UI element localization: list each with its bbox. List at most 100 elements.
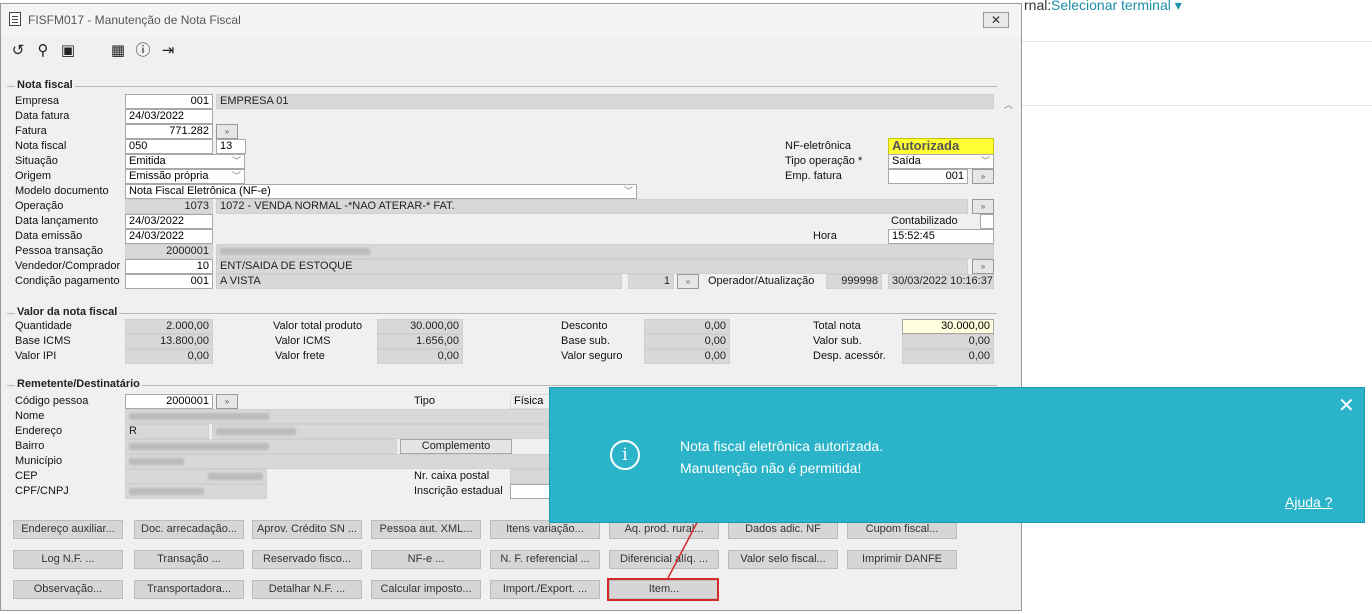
nota-numero-field[interactable]: 13 bbox=[216, 139, 246, 154]
log-nf-button[interactable]: Log N.F. ... bbox=[13, 550, 123, 569]
scroll-up-icon[interactable]: ︿ bbox=[1004, 98, 1013, 111]
nome-label: Nome bbox=[15, 410, 45, 422]
undo-icon[interactable]: ↺ bbox=[9, 42, 27, 60]
detalhar-nf-button[interactable]: Detalhar N.F. ... bbox=[252, 580, 362, 599]
calendar-icon[interactable]: ▦ bbox=[109, 42, 127, 60]
observacao-button[interactable]: Observação... bbox=[13, 580, 123, 599]
hora-field[interactable]: 15:52:45 bbox=[888, 229, 994, 244]
data-emissao-field[interactable]: 24/03/2022 bbox=[125, 229, 213, 244]
divider bbox=[1022, 105, 1372, 106]
modelo-select[interactable]: Nota Fiscal Eletrônica (NF-e) ﹀ bbox=[125, 184, 637, 199]
fatura-lookup-button[interactable]: » bbox=[216, 124, 238, 139]
aprov-credito-button[interactable]: Aprov. Crédito SN ... bbox=[252, 520, 362, 539]
emp-fatura-lookup-button[interactable]: » bbox=[972, 169, 994, 184]
emp-fatura-field[interactable]: 001 bbox=[888, 169, 968, 184]
codigo-pessoa-label: Código pessoa bbox=[15, 395, 89, 407]
base-icms-field: 13.800,00 bbox=[125, 334, 213, 349]
vendedor-lookup-button[interactable]: » bbox=[972, 259, 994, 274]
fatura-field[interactable]: 771.282 bbox=[125, 124, 213, 139]
vendedor-label: Vendedor/Comprador bbox=[15, 260, 121, 272]
complemento-field: Complemento bbox=[400, 439, 512, 454]
tipo-label: Tipo bbox=[414, 395, 435, 407]
valor-frete-field: 0,00 bbox=[377, 349, 463, 364]
cpf-cnpj-label: CPF/CNPJ bbox=[15, 485, 69, 497]
transportadora-button[interactable]: Transportadora... bbox=[134, 580, 244, 599]
desp-acessor-field: 0,00 bbox=[902, 349, 994, 364]
search-icon[interactable]: ⚲ bbox=[34, 42, 52, 60]
valor-seguro-field: 0,00 bbox=[644, 349, 730, 364]
total-nota-label: Total nota bbox=[813, 320, 861, 332]
reservado-fisco-button[interactable]: Reservado fisco... bbox=[252, 550, 362, 569]
document-icon bbox=[9, 12, 21, 26]
diferencial-aliq-button[interactable]: Diferencial alíq. ... bbox=[609, 550, 719, 569]
exit-icon[interactable]: ⇥ bbox=[159, 42, 177, 60]
title-bar: FISFM017 - Manutenção de Nota Fiscal ✕ bbox=[1, 4, 1021, 36]
nfe-status-badge: Autorizada bbox=[888, 138, 994, 155]
nota-fiscal-label: Nota fiscal bbox=[15, 140, 67, 152]
section-title: Valor da nota fiscal bbox=[15, 306, 120, 318]
doc-arrecadacao-button[interactable]: Doc. arrecadação... bbox=[134, 520, 244, 539]
endereco-label: Endereço bbox=[15, 425, 63, 437]
operacao-code-field: 1073 bbox=[125, 199, 213, 214]
codigo-pessoa-field[interactable]: 2000001 bbox=[125, 394, 213, 409]
window-close-button[interactable]: ✕ bbox=[983, 12, 1009, 28]
window-title: FISFM017 - Manutenção de Nota Fiscal bbox=[28, 13, 241, 27]
bairro-label: Bairro bbox=[15, 440, 45, 452]
data-fatura-field[interactable]: 24/03/2022 bbox=[125, 109, 213, 124]
save-icon[interactable]: ▣ bbox=[59, 42, 77, 60]
endereco-auxiliar-button[interactable]: Endereço auxiliar... bbox=[13, 520, 123, 539]
tipo-field: Física bbox=[510, 394, 552, 409]
nfe-button[interactable]: NF-e ... bbox=[371, 550, 481, 569]
operacao-label: Operação bbox=[15, 200, 64, 212]
toast-help-link[interactable]: Ajuda ? bbox=[1285, 494, 1332, 510]
situacao-label: Situação bbox=[15, 155, 58, 167]
vendedor-code-field[interactable]: 10 bbox=[125, 259, 213, 274]
origem-select[interactable]: Emissão própria ﹀ bbox=[125, 169, 245, 184]
origem-label: Origem bbox=[15, 170, 52, 182]
vertical-scrollbar[interactable]: ︿ bbox=[1001, 68, 1017, 608]
item-button-highlight bbox=[607, 578, 719, 601]
situacao-select[interactable]: Emitida ﹀ bbox=[125, 154, 245, 169]
operacao-lookup-button[interactable]: » bbox=[972, 199, 994, 214]
empresa-label: Empresa bbox=[15, 95, 60, 107]
codigo-pessoa-lookup-button[interactable]: » bbox=[216, 394, 238, 409]
empresa-code-field[interactable]: 001 bbox=[125, 94, 213, 109]
nf-referencial-button[interactable]: N. F. referencial ... bbox=[490, 550, 600, 569]
condicao-num-field: 1 bbox=[628, 274, 674, 289]
pessoa-code-field: 2000001 bbox=[125, 244, 213, 259]
hora-label: Hora bbox=[813, 230, 837, 242]
notification-toast: i Nota fiscal eletrônica autorizada. Man… bbox=[549, 387, 1365, 523]
empresa-name-field: EMPRESA 01 bbox=[216, 94, 994, 109]
transacao-button[interactable]: Transação ... bbox=[134, 550, 244, 569]
valor-ipi-field: 0,00 bbox=[125, 349, 213, 364]
condicao-lookup-button[interactable]: » bbox=[677, 274, 699, 289]
endereco-tipo-field: R bbox=[125, 424, 209, 439]
section-title: Remetente/Destinatário bbox=[15, 378, 142, 390]
import-export-button[interactable]: Import./Export. ... bbox=[490, 580, 600, 599]
bairro-field bbox=[125, 439, 397, 454]
nome-field bbox=[125, 409, 552, 424]
pessoa-aut-xml-button[interactable]: Pessoa aut. XML... bbox=[371, 520, 481, 539]
contabilizado-checkbox[interactable] bbox=[980, 214, 994, 229]
endereco-field bbox=[212, 424, 552, 439]
base-icms-label: Base ICMS bbox=[15, 335, 71, 347]
valor-selo-fiscal-button[interactable]: Valor selo fiscal... bbox=[728, 550, 838, 569]
inscricao-estadual-field[interactable] bbox=[510, 484, 552, 499]
operador-field: 999998 bbox=[826, 274, 882, 289]
cep-label: CEP bbox=[15, 470, 38, 482]
nfe-label: NF-eletrônica bbox=[785, 140, 852, 152]
help-icon[interactable]: ⓘ bbox=[134, 42, 152, 60]
calcular-imposto-button[interactable]: Calcular imposto... bbox=[371, 580, 481, 599]
tipo-operacao-select[interactable]: Saída ﹀ bbox=[888, 154, 994, 169]
data-lancamento-field[interactable]: 24/03/2022 bbox=[125, 214, 213, 229]
base-sub-field: 0,00 bbox=[644, 334, 730, 349]
toast-close-icon[interactable]: ✕ bbox=[1338, 393, 1355, 418]
nota-serie-field[interactable]: 050 bbox=[125, 139, 213, 154]
municipio-label: Município bbox=[15, 455, 63, 467]
imprimir-danfe-button[interactable]: Imprimir DANFE bbox=[847, 550, 957, 569]
emp-fatura-label: Emp. fatura bbox=[785, 170, 842, 182]
terminal-select[interactable]: Selecionar terminal ▾ bbox=[1051, 0, 1182, 14]
toolbar: ↺ ⚲ ▣ ▦ ⓘ ⇥ bbox=[1, 38, 1021, 64]
condicao-code-field[interactable]: 001 bbox=[125, 274, 213, 289]
quantidade-field: 2.000,00 bbox=[125, 319, 213, 334]
